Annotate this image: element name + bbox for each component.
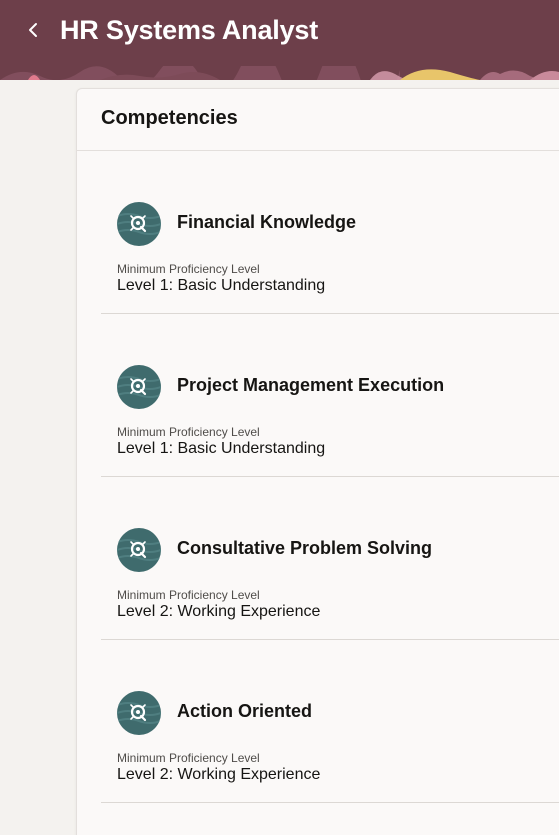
competency-list: Financial Knowledge Minimum Proficiency … bbox=[101, 151, 559, 803]
proficiency-label: Minimum Proficiency Level bbox=[117, 588, 260, 602]
list-item[interactable]: Financial Knowledge Minimum Proficiency … bbox=[101, 151, 559, 314]
chevron-left-icon bbox=[29, 23, 37, 37]
competencies-card: Competencies Financial Knowledge Minimum… bbox=[76, 88, 559, 835]
competency-name: Project Management Execution bbox=[177, 375, 445, 395]
card-title: Competencies bbox=[101, 107, 238, 129]
competency-name: Financial Knowledge bbox=[177, 212, 357, 232]
page-title: HR Systems Analyst bbox=[60, 15, 319, 45]
card-header: Competencies bbox=[77, 89, 559, 151]
proficiency-label: Minimum Proficiency Level bbox=[117, 751, 260, 765]
back-button[interactable] bbox=[18, 14, 50, 46]
list-item[interactable]: Project Management Execution Minimum Pro… bbox=[101, 314, 559, 477]
competency-icon bbox=[117, 365, 161, 409]
proficiency-value: Level 2: Working Experience bbox=[117, 766, 321, 783]
proficiency-value: Level 1: Basic Understanding bbox=[117, 277, 326, 294]
page-header: HR Systems Analyst bbox=[0, 0, 559, 80]
competency-icon bbox=[117, 528, 161, 572]
proficiency-value: Level 1: Basic Understanding bbox=[117, 440, 326, 457]
proficiency-label: Minimum Proficiency Level bbox=[117, 425, 260, 439]
competency-icon bbox=[117, 202, 161, 246]
competency-icon bbox=[117, 691, 161, 735]
competency-name: Consultative Problem Solving bbox=[177, 538, 433, 558]
competency-name: Action Oriented bbox=[177, 701, 313, 721]
proficiency-value: Level 2: Working Experience bbox=[117, 603, 321, 620]
proficiency-label: Minimum Proficiency Level bbox=[117, 262, 260, 276]
list-item[interactable]: Action Oriented Minimum Proficiency Leve… bbox=[101, 640, 559, 803]
list-item[interactable]: Consultative Problem Solving Minimum Pro… bbox=[101, 477, 559, 640]
